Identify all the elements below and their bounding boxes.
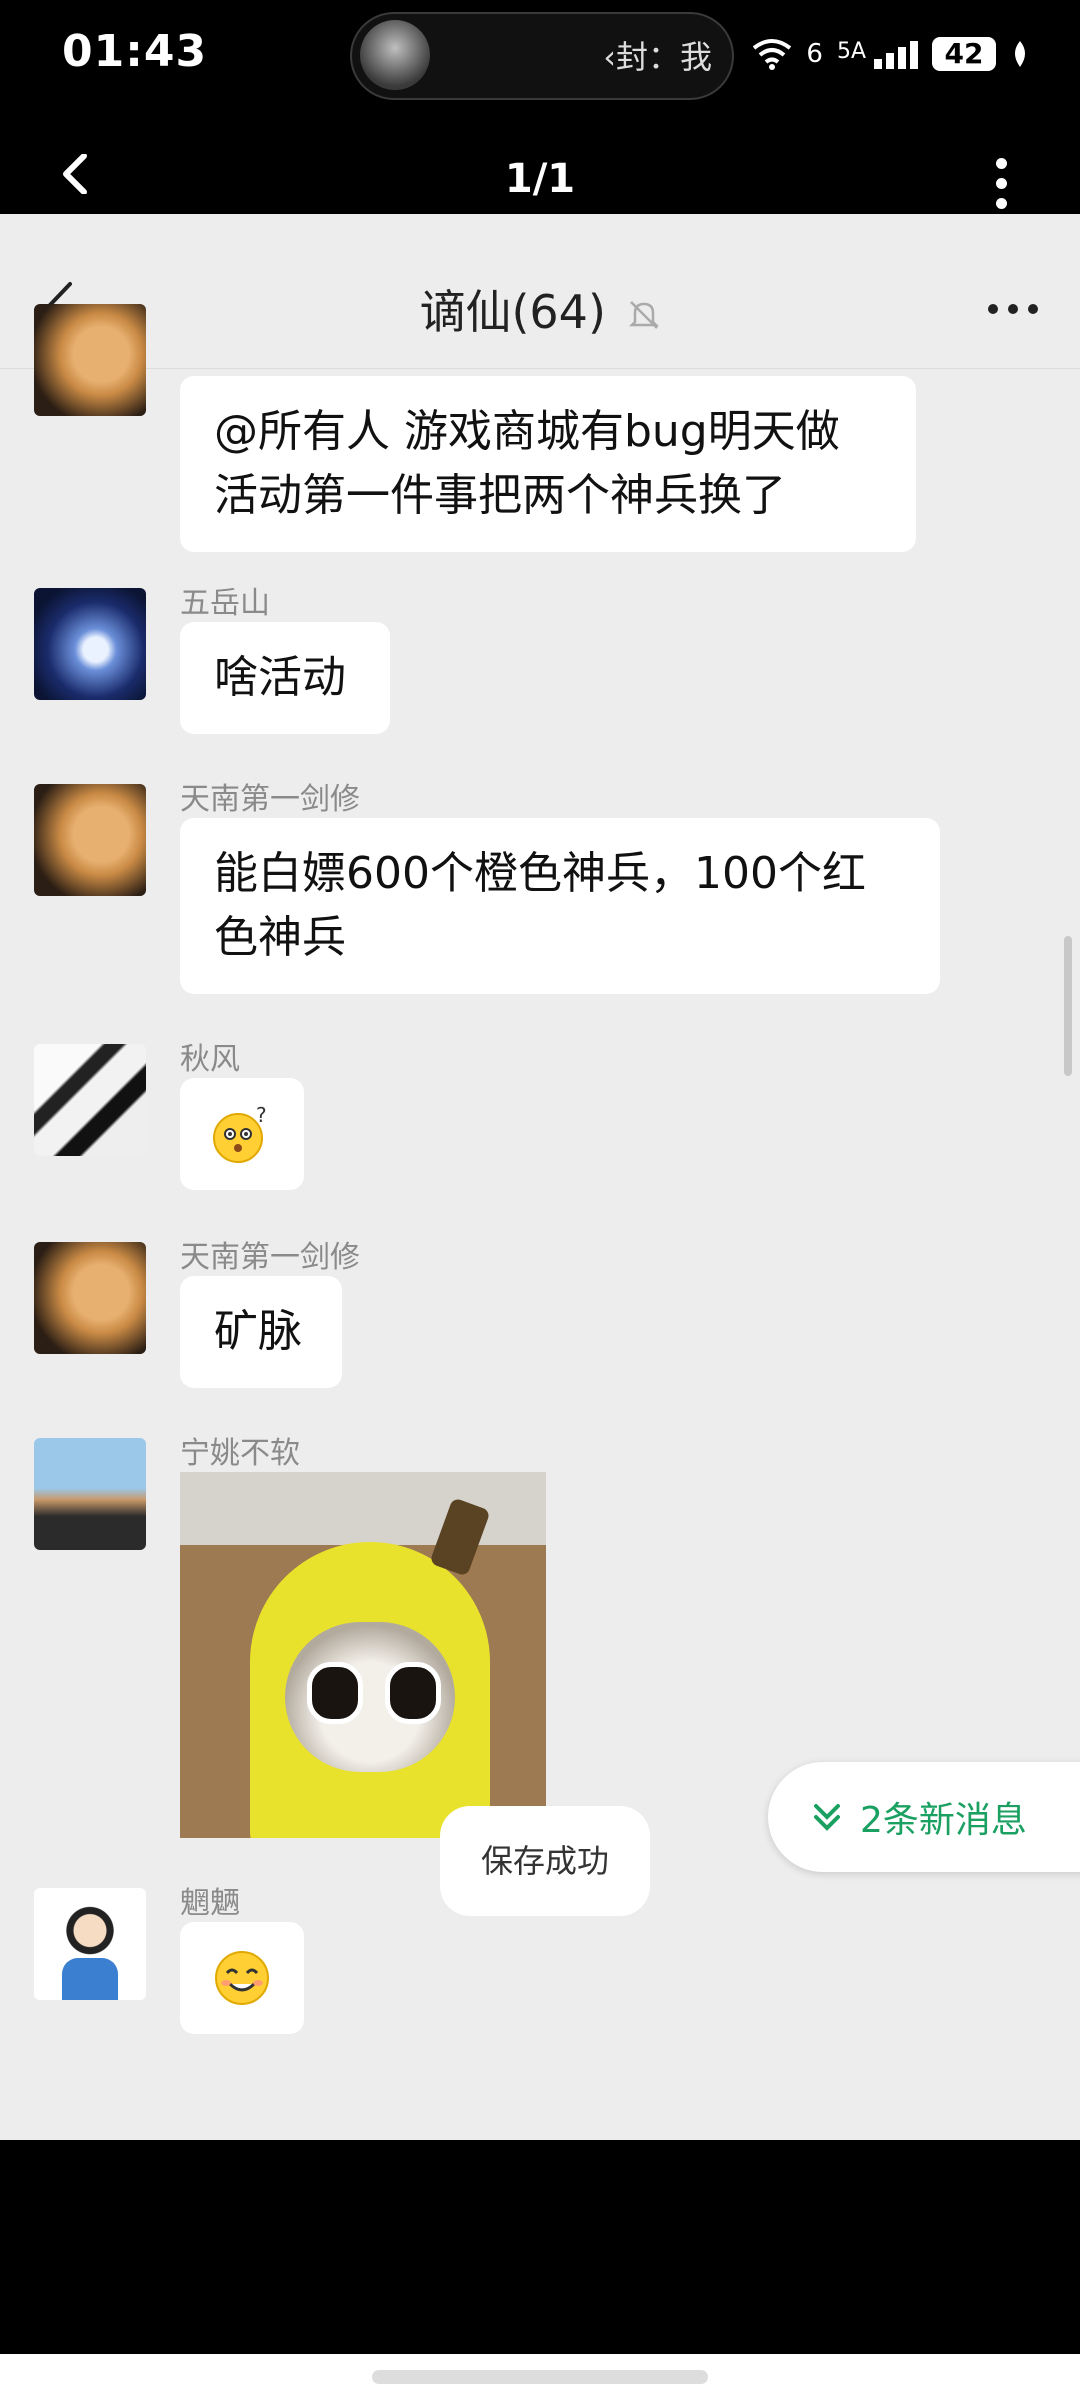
banana-cat-sticker-image[interactable]	[180, 1472, 546, 1838]
message-bubble[interactable]: @所有人 游戏商城有bug明天做活动第一件事把两个神兵换了	[180, 376, 916, 552]
page-indicator: 1/1	[504, 156, 576, 202]
avatar[interactable]	[34, 1044, 146, 1156]
scrollbar-thumb[interactable]	[1064, 936, 1072, 1076]
sender-name: 宁姚不软	[180, 1436, 300, 1471]
battery-icon: 42	[932, 37, 996, 71]
message-row: 天南第一剑修 能白嫖600个橙色神兵，100个红色神兵	[0, 774, 1080, 1014]
double-chevron-down-icon	[814, 1804, 840, 1831]
message-row: 天南第一剑修 矿脉	[0, 1232, 1080, 1412]
message-bubble[interactable]: 矿脉	[180, 1276, 342, 1388]
mute-bell-icon	[628, 301, 659, 329]
confused-face-emoji-icon: ?	[213, 1103, 267, 1163]
wifi-icon	[753, 39, 792, 70]
pill-avatar-icon	[360, 20, 430, 90]
status-time: 01:43	[62, 26, 208, 77]
chat-header: 谪仙(64)	[0, 214, 1080, 369]
avatar[interactable]	[34, 1438, 146, 1550]
image-viewer-bar: 1/1	[0, 110, 1080, 214]
message-row: 秋风 ?	[0, 1034, 1080, 1214]
avatar[interactable]	[34, 588, 146, 700]
status-icons: 6 5A 42	[752, 30, 1030, 78]
chat-more-icon[interactable]	[988, 304, 1038, 314]
avatar[interactable]	[34, 784, 146, 896]
chat-title: 谪仙(64)	[0, 276, 1080, 342]
sender-name: 五岳山	[180, 586, 270, 621]
save-success-toast: 保存成功	[440, 1806, 650, 1916]
network-label-2: 5A	[836, 39, 866, 64]
sender-name: 天南第一剑修	[180, 1240, 360, 1275]
avatar[interactable]	[34, 1242, 146, 1354]
chat-title-text: 谪仙(64)	[419, 285, 606, 339]
status-bar: 01:43 ‹封：我 6 5A 42	[0, 0, 1080, 110]
sender-name: 天南第一剑修	[180, 782, 360, 817]
svg-text:?: ?	[256, 1103, 267, 1127]
pill-notification-text: ‹封：我	[603, 38, 712, 76]
message-row: 五岳山 啥活动	[0, 578, 1080, 758]
avatar[interactable]	[34, 304, 146, 416]
more-options-icon[interactable]	[996, 158, 1008, 218]
live-activity-pill[interactable]: ‹封：我	[350, 12, 734, 100]
emoji-bubble[interactable]	[180, 1922, 304, 2034]
message-bubble[interactable]: 能白嫖600个橙色神兵，100个红色神兵	[180, 818, 940, 994]
message-row: @所有人 游戏商城有bug明天做活动第一件事把两个神兵换了	[0, 304, 1080, 584]
network-label-1: 6	[806, 39, 823, 69]
sender-name: 魍魉	[180, 1886, 240, 1921]
message-bubble[interactable]: 啥活动	[180, 622, 390, 734]
new-messages-button[interactable]: 2条新消息	[768, 1762, 1080, 1872]
home-indicator[interactable]	[372, 2370, 708, 2384]
avatar[interactable]	[34, 1888, 146, 2000]
sender-name: 秋风	[180, 1042, 240, 1077]
signal-icon: 5A	[837, 39, 918, 69]
leaf-icon	[1015, 41, 1025, 67]
smiling-face-emoji-icon	[215, 1951, 269, 2005]
emoji-bubble[interactable]: ?	[180, 1078, 304, 1190]
new-messages-label: 2条新消息	[860, 1800, 1027, 1841]
